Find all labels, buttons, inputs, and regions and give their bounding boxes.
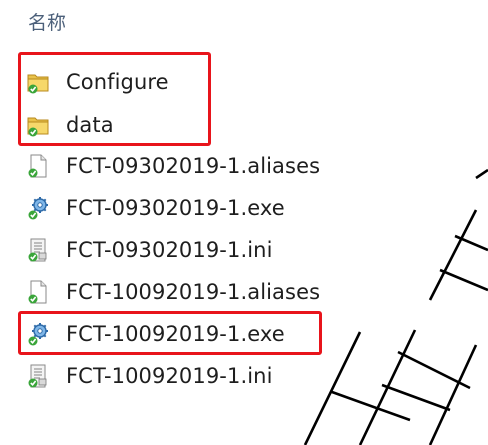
file-item-data[interactable]: data xyxy=(26,107,114,143)
file-item-exe-0930[interactable]: FCT-09302019-1.exe xyxy=(26,190,285,226)
generic-file-icon xyxy=(28,154,47,178)
file-item-ini-1009[interactable]: FCT-10092019-1.ini xyxy=(26,358,273,394)
file-item-ini-0930[interactable]: FCT-09302019-1.ini xyxy=(26,232,273,268)
folder-icon xyxy=(27,74,49,94)
file-name: FCT-10092019-1.exe xyxy=(66,322,285,346)
file-name: FCT-09302019-1.exe xyxy=(66,196,285,220)
file-name: FCT-09302019-1.ini xyxy=(66,238,273,262)
file-item-aliases-1009[interactable]: FCT-10092019-1.aliases xyxy=(26,274,320,310)
ini-settings-icon xyxy=(28,238,47,262)
exe-gear-icon xyxy=(28,197,48,220)
file-name: FCT-10092019-1.ini xyxy=(66,364,273,388)
name-column-header[interactable]: 名称 xyxy=(28,8,66,35)
file-item-configure[interactable]: Configure xyxy=(26,64,169,100)
file-name: data xyxy=(66,113,114,137)
generic-file-icon xyxy=(28,280,47,304)
file-item-aliases-0930[interactable]: FCT-09302019-1.aliases xyxy=(26,148,320,184)
ini-settings-icon xyxy=(28,364,47,388)
file-name: Configure xyxy=(66,70,169,94)
folder-icon xyxy=(27,117,49,137)
file-name: FCT-09302019-1.aliases xyxy=(66,154,321,178)
file-name: FCT-10092019-1.aliases xyxy=(66,280,321,304)
exe-gear-icon xyxy=(28,323,48,346)
file-item-exe-1009[interactable]: FCT-10092019-1.exe xyxy=(26,316,285,352)
